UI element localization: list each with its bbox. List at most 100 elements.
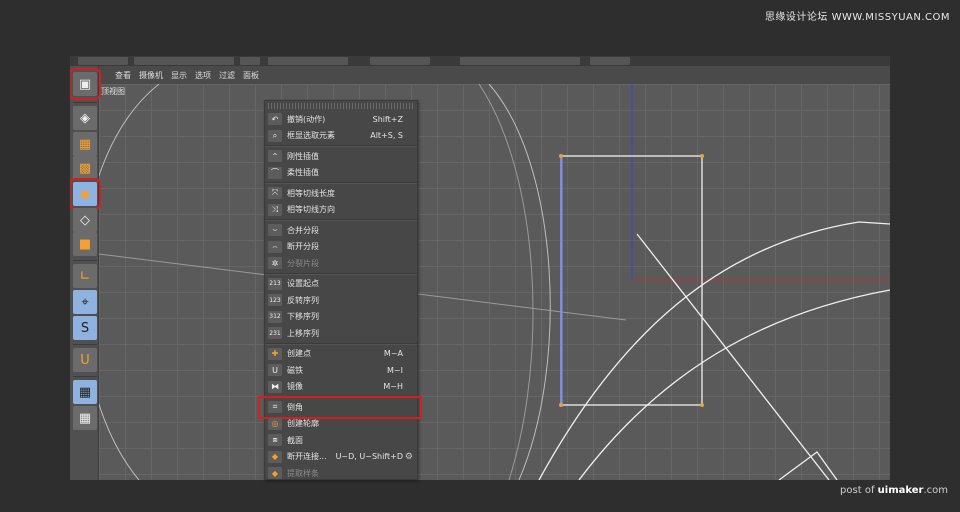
spline-arc-inner <box>578 289 890 480</box>
move-up-sequence-icon: 231 <box>268 327 282 339</box>
menu-item-label: 刚性插值 <box>287 151 319 161</box>
menu-separator <box>265 272 417 275</box>
gear-icon[interactable]: ⚙ <box>405 452 413 462</box>
menu-item-label: 分裂片段 <box>287 258 319 268</box>
toolbar-divider <box>73 376 97 377</box>
menu-item-break-segment[interactable]: ⌢ 断开分段 <box>265 239 417 256</box>
menu-item-disconnect[interactable]: ◆ 断开连接... U~D, U~Shift+D ⚙ <box>265 449 417 466</box>
watermark-bottom-brand: uimaker <box>877 485 924 496</box>
toolbar-divider <box>73 102 97 103</box>
frame-selected-icon: ⌕ <box>268 129 282 142</box>
menu-item-mirror[interactable]: ⧓ 镜像 M~H <box>265 379 417 396</box>
magnet-button[interactable]: U <box>73 348 97 372</box>
guide-circle-left <box>99 84 160 480</box>
menu-item-label: 断开分段 <box>287 242 319 252</box>
point-handle-tl <box>559 154 563 158</box>
create-outline-icon: ◎ <box>268 417 282 430</box>
menu-item-cross-section[interactable]: ⧈ 截面 <box>265 432 417 449</box>
workplane-lock-button[interactable]: ▦ <box>73 380 97 404</box>
chamfer-icon: ⌗ <box>268 401 282 413</box>
menu-item-reverse-sequence[interactable]: 123 反转序列 <box>265 292 417 309</box>
set-first-point-icon: 213 <box>268 277 282 290</box>
menu-item-label: 反转序列 <box>287 295 319 305</box>
top-viewport[interactable] <box>99 84 890 480</box>
viewport-canvas <box>99 84 890 480</box>
menu-item-move-down-sequence[interactable]: 312 下移序列 <box>265 309 417 326</box>
points-mode-button[interactable]: ◈ <box>73 106 97 130</box>
break-segment-icon: ⌢ <box>268 240 282 253</box>
menu-item-chamfer[interactable]: ⌗ 倒角 <box>258 396 422 419</box>
planar-workplane-button[interactable]: ▦ <box>73 406 97 430</box>
spline-triangle-fragment <box>778 451 838 480</box>
menu-item-create-point[interactable]: ✚ 创建点 M~A <box>265 346 417 363</box>
disconnect-icon: ◆ <box>268 450 282 463</box>
menu-options[interactable]: 选项 <box>195 70 211 81</box>
menu-panel[interactable]: 面板 <box>243 70 259 81</box>
menu-view[interactable]: 查看 <box>115 70 131 81</box>
move-down-sequence-icon: 312 <box>268 310 282 323</box>
context-menu-grip[interactable] <box>268 103 414 109</box>
menu-separator <box>265 182 417 184</box>
spline-diagonal <box>636 233 830 480</box>
menu-separator <box>265 342 417 345</box>
magnet-icon: U <box>80 352 90 368</box>
guide-circle-right <box>488 84 551 480</box>
edges-edit-icon: ◇ <box>80 212 90 228</box>
polygons-edit-button[interactable]: ■ <box>73 232 97 256</box>
menu-item-label: 相等切线方向 <box>287 205 335 215</box>
cross-section-icon: ⧈ <box>268 434 282 446</box>
menu-item-label: 截面 <box>287 435 303 445</box>
snap-button[interactable]: S <box>73 316 97 340</box>
menu-item-shortcut: M~H <box>383 382 403 392</box>
extract-spline-icon: ◆ <box>268 467 282 479</box>
menu-item-label: 框显选取元素 <box>287 131 335 141</box>
menu-item-equal-tangent-direction[interactable]: ⤨ 相等切线方向 <box>265 202 417 219</box>
menu-item-shortcut: M~I <box>387 365 403 375</box>
menu-item-move-up-sequence[interactable]: 231 上移序列 <box>265 325 417 342</box>
menu-item-label: 创建点 <box>287 349 311 359</box>
menu-separator <box>265 396 417 398</box>
guide-circle-inner <box>478 84 534 480</box>
menu-display[interactable]: 显示 <box>171 70 187 81</box>
menu-item-label: 柔性插值 <box>287 168 319 178</box>
snap-icon: S <box>80 320 90 336</box>
menu-item-label: 合并分段 <box>287 225 319 235</box>
workplane-mode-button[interactable]: ▩ <box>73 156 97 180</box>
create-point-icon: ✚ <box>268 347 282 360</box>
mirror-icon: ⧓ <box>268 380 282 393</box>
model-mode-button[interactable]: ▣ <box>70 68 101 100</box>
menu-filter[interactable]: 过滤 <box>219 70 235 81</box>
menu-item-label: 磁铁 <box>287 365 303 375</box>
workplane-mode-icon: ▩ <box>78 160 92 176</box>
menu-item-create-outline[interactable]: ◎ 创建轮廓 <box>265 416 417 433</box>
texture-mode-button[interactable]: ▦ <box>73 132 97 156</box>
menu-item-label: 相等切线长度 <box>287 188 335 198</box>
tweak-icon: ⌖ <box>81 294 89 310</box>
cinema4d-app: 查看 摄像机 显示 选项 过滤 面板 顶视图 ▣ ◈ ▦ ▩ ◆ ◇ ■ ∟ ⌖… <box>70 66 890 480</box>
menu-item-magnet[interactable]: U 磁铁 M~I <box>265 362 417 379</box>
menu-item-hard-interpolation[interactable]: ⌃ 刚性插值 <box>265 148 417 165</box>
menu-item-soft-interpolation[interactable]: ⌒ 柔性插值 <box>265 165 417 182</box>
toolbar-divider <box>73 344 97 345</box>
menu-item-explode-segments: ✲ 分裂片段 <box>265 255 417 272</box>
menu-item-label: 提取样条 <box>287 468 319 478</box>
menu-item-extract-spline: ◆ 提取样条 <box>265 465 417 482</box>
menu-item-join-segment[interactable]: ⌣ 合并分段 <box>265 222 417 239</box>
menu-item-equal-tangent-length[interactable]: ⤧ 相等切线长度 <box>265 185 417 202</box>
axis-button[interactable]: ∟ <box>73 264 97 288</box>
menu-item-set-first-point[interactable]: 213 设置起点 <box>265 276 417 293</box>
context-menu: ↶ 撤销(动作) Shift+Z ⌕ 框显选取元素 Alt+S, S ⌃ 刚性插值 ⌒ 柔性插值 ⤧… <box>258 100 422 482</box>
points-edit-button[interactable]: ◆ <box>70 178 101 210</box>
menu-item-shortcut: M~A <box>383 349 403 359</box>
menu-item-label: 上移序列 <box>287 328 319 338</box>
menu-item-label: 倒角 <box>287 402 303 412</box>
menu-camera[interactable]: 摄像机 <box>139 70 163 81</box>
tweak-button[interactable]: ⌖ <box>73 290 97 314</box>
edges-edit-button[interactable]: ◇ <box>73 208 97 232</box>
menu-item-frame-selected[interactable]: ⌕ 框显选取元素 Alt+S, S <box>265 128 417 145</box>
menu-item-undo[interactable]: ↶ 撤销(动作) Shift+Z <box>265 111 417 128</box>
join-segment-icon: ⌣ <box>268 224 282 236</box>
menu-item-label: 镜像 <box>287 382 303 392</box>
menu-item-label: 撤销(动作) <box>287 114 326 124</box>
point-handle-br <box>700 403 704 407</box>
